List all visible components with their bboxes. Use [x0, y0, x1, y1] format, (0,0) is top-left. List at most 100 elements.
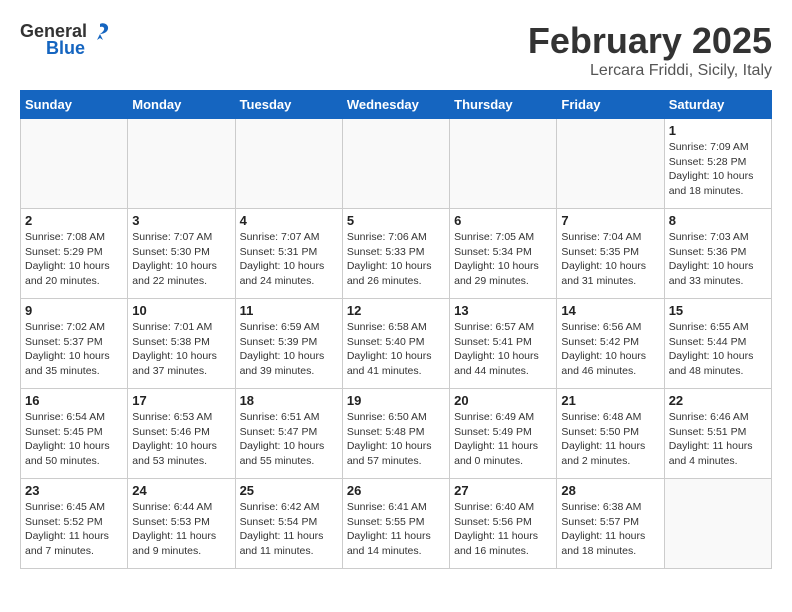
calendar-cell: 4Sunrise: 7:07 AM Sunset: 5:31 PM Daylig…	[235, 209, 342, 299]
location-title: Lercara Friddi, Sicily, Italy	[528, 62, 772, 80]
week-row-2: 2 Sunrise: 7:08 AM Sunset: 5:29 PM Daylig…	[21, 209, 772, 299]
day-number: 19	[347, 393, 445, 408]
day-number: 1	[669, 123, 767, 138]
day-number: 12	[347, 303, 445, 318]
calendar-cell: 5 Sunrise: 7:06 AM Sunset: 5:33 PM Daylig…	[342, 209, 449, 299]
weekday-header-saturday: Saturday	[664, 91, 771, 119]
calendar-cell: 28 Sunrise: 6:38 AM Sunset: 5:57 PM Dayli…	[557, 479, 664, 569]
weekday-header-thursday: Thursday	[450, 91, 557, 119]
day-info: Sunrise: 7:04 AM Sunset: 5:35 PM Dayligh…	[561, 230, 659, 289]
day-info: Sunrise: 7:02 AM Sunset: 5:37 PM Dayligh…	[25, 320, 123, 379]
day-number: 21	[561, 393, 659, 408]
day-info: Sunrise: 6:42 AM Sunset: 5:54 PM Dayligh…	[240, 500, 338, 559]
calendar-cell: 12 Sunrise: 6:58 AM Sunset: 5:40 PM Dayli…	[342, 299, 449, 389]
calendar-cell	[664, 479, 771, 569]
day-info: Sunrise: 7:09 AM Sunset: 5:28 PM Dayligh…	[669, 140, 767, 199]
calendar-cell: 7Sunrise: 7:04 AM Sunset: 5:35 PM Daylig…	[557, 209, 664, 299]
week-row-1: 1 Sunrise: 7:09 AM Sunset: 5:28 PM Daylig…	[21, 119, 772, 209]
day-info: Sunrise: 7:06 AM Sunset: 5:33 PM Dayligh…	[347, 230, 445, 289]
calendar-cell: 26 Sunrise: 6:41 AM Sunset: 5:55 PM Dayli…	[342, 479, 449, 569]
day-number: 23	[25, 483, 123, 498]
weekday-header-sunday: Sunday	[21, 91, 128, 119]
calendar-cell: 16 Sunrise: 6:54 AM Sunset: 5:45 PM Dayli…	[21, 389, 128, 479]
day-info: Sunrise: 7:01 AM Sunset: 5:38 PM Dayligh…	[132, 320, 230, 379]
calendar-cell: 27 Sunrise: 6:40 AM Sunset: 5:56 PM Dayli…	[450, 479, 557, 569]
calendar-cell: 21 Sunrise: 6:48 AM Sunset: 5:50 PM Dayli…	[557, 389, 664, 479]
day-info: Sunrise: 6:48 AM Sunset: 5:50 PM Dayligh…	[561, 410, 659, 469]
day-number: 27	[454, 483, 552, 498]
weekday-header-wednesday: Wednesday	[342, 91, 449, 119]
day-number: 14	[561, 303, 659, 318]
weekday-header-tuesday: Tuesday	[235, 91, 342, 119]
calendar-cell: 17Sunrise: 6:53 AM Sunset: 5:46 PM Dayli…	[128, 389, 235, 479]
day-number: 11	[240, 303, 338, 318]
calendar-cell: 25 Sunrise: 6:42 AM Sunset: 5:54 PM Dayli…	[235, 479, 342, 569]
page-header: General Blue February 2025 Lercara Fridd…	[20, 20, 772, 80]
day-number: 22	[669, 393, 767, 408]
calendar-cell: 13Sunrise: 6:57 AM Sunset: 5:41 PM Dayli…	[450, 299, 557, 389]
logo-bird-icon	[89, 20, 111, 42]
calendar-cell	[342, 119, 449, 209]
calendar-cell	[557, 119, 664, 209]
day-number: 18	[240, 393, 338, 408]
day-number: 10	[132, 303, 230, 318]
day-info: Sunrise: 6:38 AM Sunset: 5:57 PM Dayligh…	[561, 500, 659, 559]
day-info: Sunrise: 6:45 AM Sunset: 5:52 PM Dayligh…	[25, 500, 123, 559]
weekday-header-friday: Friday	[557, 91, 664, 119]
calendar-cell: 1 Sunrise: 7:09 AM Sunset: 5:28 PM Daylig…	[664, 119, 771, 209]
day-number: 24	[132, 483, 230, 498]
calendar-cell	[450, 119, 557, 209]
week-row-5: 23 Sunrise: 6:45 AM Sunset: 5:52 PM Dayli…	[21, 479, 772, 569]
day-info: Sunrise: 7:07 AM Sunset: 5:30 PM Dayligh…	[132, 230, 230, 289]
calendar-cell: 19Sunrise: 6:50 AM Sunset: 5:48 PM Dayli…	[342, 389, 449, 479]
calendar-cell: 24 Sunrise: 6:44 AM Sunset: 5:53 PM Dayli…	[128, 479, 235, 569]
week-row-4: 16 Sunrise: 6:54 AM Sunset: 5:45 PM Dayli…	[21, 389, 772, 479]
month-title: February 2025	[528, 20, 772, 62]
day-info: Sunrise: 6:54 AM Sunset: 5:45 PM Dayligh…	[25, 410, 123, 469]
weekday-header-monday: Monday	[128, 91, 235, 119]
day-number: 13	[454, 303, 552, 318]
day-number: 15	[669, 303, 767, 318]
logo-blue: Blue	[46, 38, 85, 59]
calendar-cell: 22 Sunrise: 6:46 AM Sunset: 5:51 PM Dayli…	[664, 389, 771, 479]
day-info: Sunrise: 6:40 AM Sunset: 5:56 PM Dayligh…	[454, 500, 552, 559]
day-number: 5	[347, 213, 445, 228]
logo: General Blue	[20, 20, 111, 59]
day-number: 25	[240, 483, 338, 498]
day-info: Sunrise: 6:56 AM Sunset: 5:42 PM Dayligh…	[561, 320, 659, 379]
day-number: 17	[132, 393, 230, 408]
calendar-cell: 2 Sunrise: 7:08 AM Sunset: 5:29 PM Daylig…	[21, 209, 128, 299]
calendar-cell: 3 Sunrise: 7:07 AM Sunset: 5:30 PM Daylig…	[128, 209, 235, 299]
day-info: Sunrise: 6:49 AM Sunset: 5:49 PM Dayligh…	[454, 410, 552, 469]
calendar-cell: 9Sunrise: 7:02 AM Sunset: 5:37 PM Daylig…	[21, 299, 128, 389]
weekday-header-row: SundayMondayTuesdayWednesdayThursdayFrid…	[21, 91, 772, 119]
day-number: 8	[669, 213, 767, 228]
day-info: Sunrise: 6:55 AM Sunset: 5:44 PM Dayligh…	[669, 320, 767, 379]
day-info: Sunrise: 6:58 AM Sunset: 5:40 PM Dayligh…	[347, 320, 445, 379]
calendar-cell: 10 Sunrise: 7:01 AM Sunset: 5:38 PM Dayli…	[128, 299, 235, 389]
calendar-cell: 15 Sunrise: 6:55 AM Sunset: 5:44 PM Dayli…	[664, 299, 771, 389]
calendar-cell: 20Sunrise: 6:49 AM Sunset: 5:49 PM Dayli…	[450, 389, 557, 479]
calendar-cell: 11 Sunrise: 6:59 AM Sunset: 5:39 PM Dayli…	[235, 299, 342, 389]
day-number: 26	[347, 483, 445, 498]
day-number: 16	[25, 393, 123, 408]
day-info: Sunrise: 7:08 AM Sunset: 5:29 PM Dayligh…	[25, 230, 123, 289]
day-info: Sunrise: 6:59 AM Sunset: 5:39 PM Dayligh…	[240, 320, 338, 379]
day-number: 3	[132, 213, 230, 228]
calendar-cell: 6Sunrise: 7:05 AM Sunset: 5:34 PM Daylig…	[450, 209, 557, 299]
day-info: Sunrise: 6:41 AM Sunset: 5:55 PM Dayligh…	[347, 500, 445, 559]
day-number: 2	[25, 213, 123, 228]
day-info: Sunrise: 6:51 AM Sunset: 5:47 PM Dayligh…	[240, 410, 338, 469]
calendar-table: SundayMondayTuesdayWednesdayThursdayFrid…	[20, 90, 772, 569]
calendar-cell	[128, 119, 235, 209]
calendar-cell: 8 Sunrise: 7:03 AM Sunset: 5:36 PM Daylig…	[664, 209, 771, 299]
day-info: Sunrise: 6:44 AM Sunset: 5:53 PM Dayligh…	[132, 500, 230, 559]
calendar-cell: 23 Sunrise: 6:45 AM Sunset: 5:52 PM Dayli…	[21, 479, 128, 569]
calendar-cell: 18 Sunrise: 6:51 AM Sunset: 5:47 PM Dayli…	[235, 389, 342, 479]
day-info: Sunrise: 7:03 AM Sunset: 5:36 PM Dayligh…	[669, 230, 767, 289]
day-info: Sunrise: 7:07 AM Sunset: 5:31 PM Dayligh…	[240, 230, 338, 289]
day-number: 28	[561, 483, 659, 498]
day-info: Sunrise: 6:46 AM Sunset: 5:51 PM Dayligh…	[669, 410, 767, 469]
title-section: February 2025 Lercara Friddi, Sicily, It…	[528, 20, 772, 80]
day-number: 6	[454, 213, 552, 228]
